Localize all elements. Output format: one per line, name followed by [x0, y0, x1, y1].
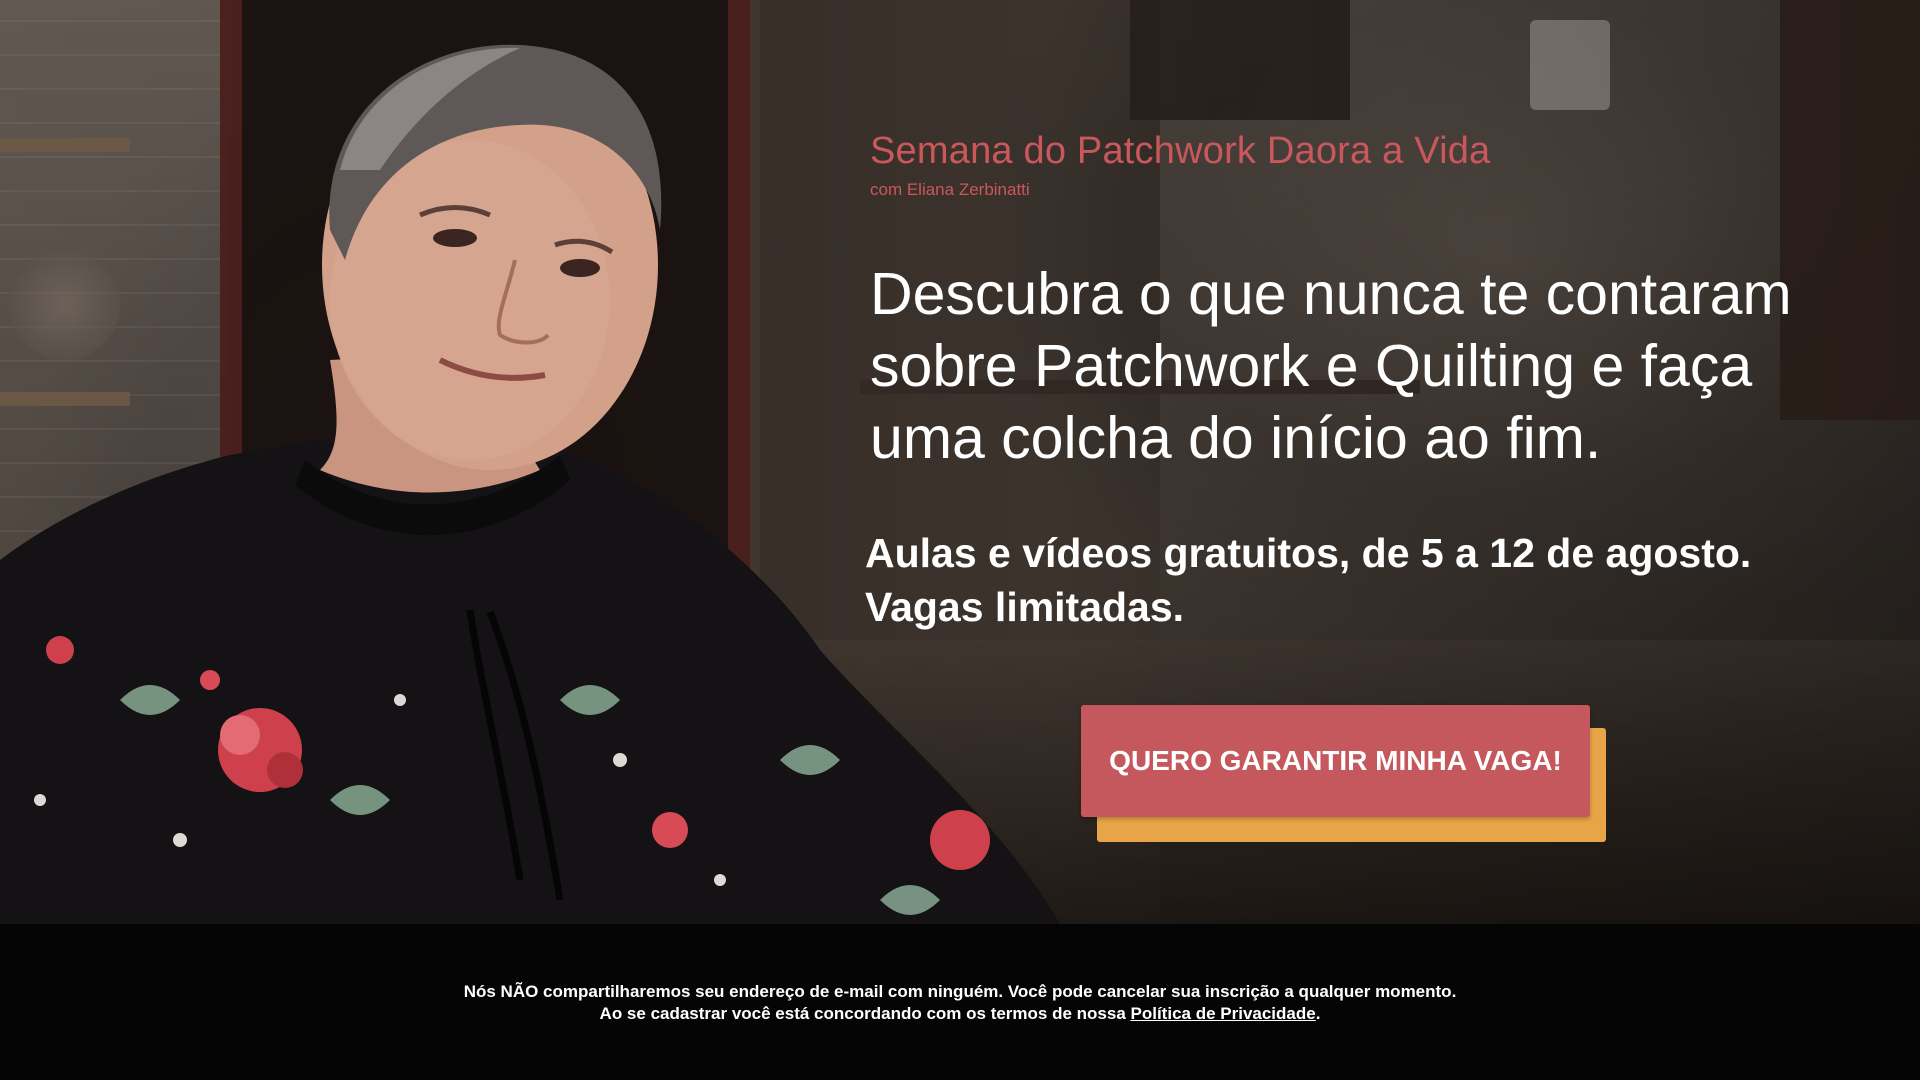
privacy-notice: Nós NÃO compartilharemos seu endereço de…	[0, 981, 1920, 1025]
subheadline-line: Aulas e vídeos gratuitos, de 5 a 12 de a…	[865, 530, 1752, 576]
privacy-notice-suffix: .	[1315, 1004, 1321, 1023]
course-subtitle: com Eliana Zerbinatti	[870, 180, 1030, 199]
subheadline: Aulas e vídeos gratuitos, de 5 a 12 de a…	[865, 526, 1905, 634]
hero-section: Semana do Patchwork Daora a Vida com Eli…	[0, 0, 1920, 924]
headline: Descubra o que nunca te contaram sobre P…	[870, 258, 1880, 474]
footer: Nós NÃO compartilharemos seu endereço de…	[0, 924, 1920, 1080]
subheadline-line: Vagas limitadas.	[865, 584, 1185, 630]
course-title: Semana do Patchwork Daora a Vida	[870, 130, 1491, 172]
headline-line: uma colcha do início ao fim.	[870, 405, 1602, 471]
headline-line: sobre Patchwork e Quilting e faça	[870, 333, 1753, 399]
privacy-notice-prefix: Ao se cadastrar você está concordando co…	[599, 1004, 1131, 1023]
privacy-notice-line-1: Nós NÃO compartilharemos seu endereço de…	[463, 982, 1457, 1001]
privacy-policy-link[interactable]: Política de Privacidade	[1131, 1004, 1316, 1023]
privacy-notice-line-2: Ao se cadastrar você está concordando co…	[0, 1003, 1920, 1025]
headline-line: Descubra o que nunca te contaram	[870, 261, 1792, 327]
register-cta-button[interactable]: QUERO GARANTIR MINHA VAGA!	[1081, 705, 1590, 817]
